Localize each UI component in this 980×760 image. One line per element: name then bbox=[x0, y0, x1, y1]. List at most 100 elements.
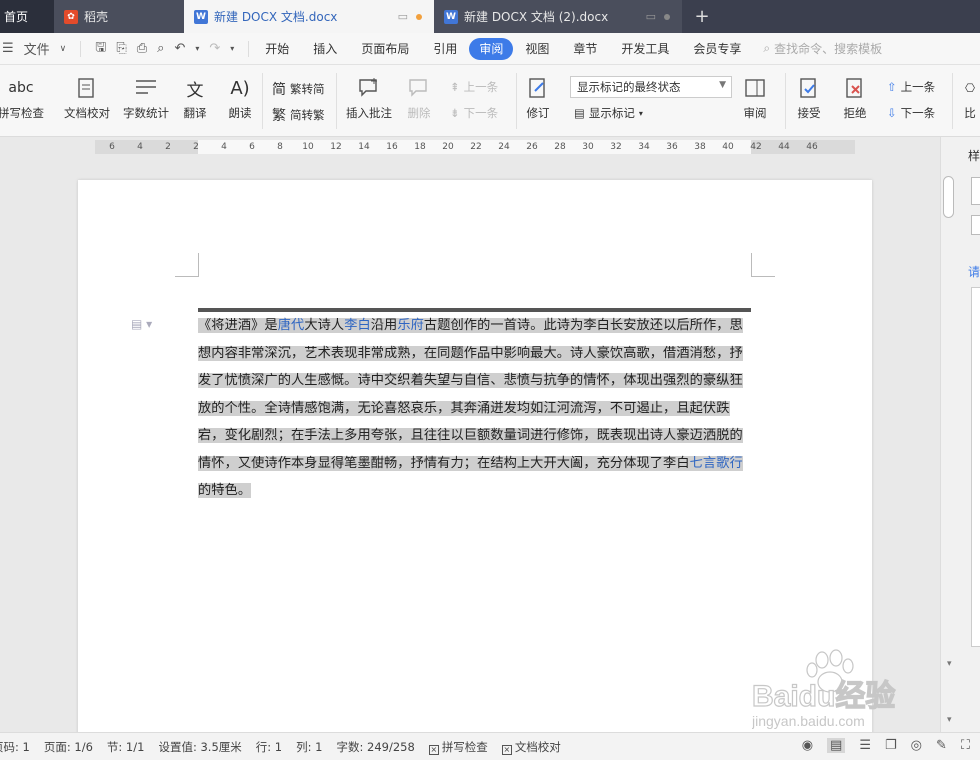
status-row[interactable]: 行: 1 bbox=[256, 739, 282, 755]
undo-icon[interactable]: ↶ bbox=[174, 41, 185, 56]
hyperlink-text[interactable]: 乐府 bbox=[397, 318, 424, 333]
reading-view-icon[interactable]: ❐ bbox=[885, 738, 897, 753]
outline-view-icon[interactable]: ☰ bbox=[859, 738, 871, 753]
doc-proof-button[interactable]: 文档校对 bbox=[64, 75, 110, 121]
scroll-down-icon[interactable]: ▾ bbox=[947, 659, 952, 669]
reject-button[interactable]: 拒绝 bbox=[842, 75, 868, 121]
show-markup-button[interactable]: ▤ 显示标记 ▾ bbox=[574, 105, 643, 121]
spell-check-button[interactable]: abc 拼写检查 bbox=[0, 75, 44, 121]
menu-references[interactable]: 引用 bbox=[421, 38, 469, 60]
save-icon[interactable]: 🖫 bbox=[95, 38, 106, 60]
ruler-tick-label: 4 bbox=[137, 142, 143, 152]
menu-start[interactable]: 开始 bbox=[253, 38, 301, 60]
style-preview-box[interactable] bbox=[971, 177, 980, 205]
divider bbox=[248, 40, 250, 57]
chevron-down-icon[interactable]: ▾ bbox=[195, 44, 199, 53]
track-changes-button[interactable]: 修订 bbox=[525, 75, 551, 121]
styles-pane-label[interactable]: 样 bbox=[968, 147, 980, 164]
divider bbox=[785, 73, 786, 129]
style-preview-box[interactable] bbox=[971, 215, 980, 235]
accept-button[interactable]: 接受 bbox=[796, 75, 822, 121]
delete-comment-button[interactable]: 删除 bbox=[406, 75, 432, 121]
translate-button[interactable]: 文 翻译 bbox=[182, 75, 208, 121]
insert-comment-button[interactable]: 插入批注 bbox=[346, 75, 392, 121]
print-icon[interactable]: ⎙ bbox=[137, 41, 147, 56]
vertical-scrollbar-thumb[interactable] bbox=[943, 176, 954, 218]
status-spell-check[interactable]: × 拼写检查 bbox=[428, 739, 488, 755]
write-mode-icon[interactable]: ✎ bbox=[936, 738, 947, 753]
new-tab-plus-icon[interactable]: + bbox=[682, 0, 722, 33]
show-markup-label: 显示标记 bbox=[588, 106, 635, 120]
status-page[interactable]: 页面: 1/6 bbox=[44, 739, 93, 755]
print-preview-icon[interactable]: ⌕ bbox=[157, 41, 164, 56]
checkbox-icon: × bbox=[428, 744, 439, 755]
hyperlink-text[interactable]: 李白 bbox=[344, 318, 371, 333]
status-page-number[interactable]: 页码: 1 bbox=[0, 739, 30, 755]
trad-to-simp-button[interactable]: 简 繁转简 bbox=[272, 79, 325, 99]
prev-change-button[interactable]: ⇧ 上一条 bbox=[887, 79, 935, 95]
fullscreen-icon[interactable]: ⛶ bbox=[961, 738, 970, 753]
status-section[interactable]: 节: 1/1 bbox=[107, 739, 145, 755]
document-body-text[interactable]: 《将进酒》是唐代大诗人李白沿用乐府古题创作的一首诗。此诗为李白长安放还以后所作，… bbox=[198, 312, 751, 505]
compare-button[interactable]: ⎔ 比 bbox=[962, 75, 978, 121]
tab-document-2[interactable]: W 新建 DOCX 文档 (2).docx ▭ bbox=[434, 0, 682, 33]
document-canvas[interactable]: ▤ ▾ 《将进酒》是唐代大诗人李白沿用乐府古题创作的一首诗。此诗为李白长安放还以… bbox=[0, 157, 940, 732]
export-icon[interactable]: ⎘ bbox=[116, 41, 126, 56]
tab-document-2-controls[interactable]: ▭ bbox=[646, 10, 670, 23]
menu-developer[interactable]: 开发工具 bbox=[609, 38, 681, 60]
simp-to-trad-button[interactable]: 繁 简转繁 bbox=[272, 105, 325, 125]
window-icon[interactable]: ▭ bbox=[646, 10, 656, 23]
markup-state-select[interactable]: 显示标记的最终状态 ▼ bbox=[570, 76, 732, 98]
selected-text[interactable]: 《将进酒》是唐代大诗人李白沿用乐府古题创作的一首诗。此诗为李白长安放还以后所作，… bbox=[198, 318, 743, 498]
hyperlink-text[interactable]: 七言歌行 bbox=[690, 456, 743, 471]
menu-member[interactable]: 会员专享 bbox=[681, 38, 753, 60]
word-count-button[interactable]: 字数统计 bbox=[123, 75, 169, 121]
next-change-button[interactable]: ⇩ 下一条 bbox=[887, 105, 935, 121]
web-view-icon[interactable]: ◎ bbox=[911, 738, 922, 753]
ruler-tick-label: 22 bbox=[470, 142, 482, 152]
insert-comment-label: 插入批注 bbox=[346, 106, 392, 120]
scroll-down-icon[interactable]: ▾ bbox=[947, 715, 952, 725]
menu-view[interactable]: 视图 bbox=[513, 38, 561, 60]
delete-comment-label: 删除 bbox=[407, 106, 431, 120]
chevron-down-icon[interactable]: ▾ bbox=[230, 44, 234, 53]
style-list-panel[interactable] bbox=[971, 287, 980, 647]
accept-label: 接受 bbox=[797, 106, 821, 120]
review-pane-button[interactable]: 审阅 bbox=[742, 75, 768, 121]
menu-section[interactable]: 章节 bbox=[561, 38, 609, 60]
eye-protection-icon[interactable]: ◉ bbox=[802, 738, 813, 753]
tab-daoke[interactable]: ✿ 稻壳 bbox=[54, 0, 184, 33]
pane-link-label[interactable]: 请 bbox=[968, 263, 980, 280]
doc-proof-label: 文档校对 bbox=[64, 106, 110, 120]
review-pane-icon bbox=[742, 75, 768, 101]
ruler-tick-label: 34 bbox=[638, 142, 650, 152]
ruler-tick-label: 44 bbox=[778, 142, 790, 152]
markup-state-value: 显示标记的最终状态 bbox=[577, 80, 681, 94]
tab-document-1[interactable]: W 新建 DOCX 文档.docx ▭ bbox=[184, 0, 434, 33]
menu-page-layout[interactable]: 页面布局 bbox=[349, 38, 421, 60]
status-column[interactable]: 列: 1 bbox=[296, 739, 322, 755]
paragraph-handle-icon[interactable]: ▤ ▾ bbox=[131, 317, 152, 331]
menu-review[interactable]: 审阅 bbox=[469, 37, 514, 60]
window-icon[interactable]: ▭ bbox=[398, 10, 408, 23]
prev-comment-button[interactable]: ⇞ 上一条 bbox=[450, 79, 498, 95]
hyperlink-text[interactable]: 唐代 bbox=[278, 318, 305, 333]
text-run: 古题创作的一首诗。此诗为李白长安放还以后所作，思想内容非常深沉，艺术表现非常成熟… bbox=[198, 318, 743, 471]
status-doc-proof[interactable]: × 文档校对 bbox=[501, 739, 561, 755]
command-search[interactable]: ⌕ 查找命令、搜索模板 bbox=[763, 40, 882, 57]
horizontal-ruler[interactable]: 6 4 2 2 4 6 8 10 12 14 16 18 20 22 24 26 28 30 32 34 36 38 40 4… bbox=[95, 140, 855, 154]
tab-home[interactable]: 首页 bbox=[0, 0, 54, 33]
ruler-tick-label: 42 bbox=[750, 142, 762, 152]
next-comment-button[interactable]: ⇟ 下一条 bbox=[450, 105, 498, 121]
menu-insert[interactable]: 插入 bbox=[301, 38, 349, 60]
doc-proof-icon bbox=[74, 75, 100, 101]
read-aloud-button[interactable]: A) 朗读 bbox=[227, 75, 253, 121]
simp-to-trad-label: 简转繁 bbox=[290, 108, 325, 122]
page-view-icon[interactable]: ▤ bbox=[827, 738, 846, 753]
file-menu-label: 文件 bbox=[23, 43, 50, 58]
tab-document-1-controls[interactable]: ▭ bbox=[398, 10, 422, 23]
status-word-count[interactable]: 字数: 249/258 bbox=[337, 739, 415, 755]
redo-icon[interactable]: ↷ bbox=[209, 41, 220, 56]
file-menu[interactable]: ☰ 文件 ∨ bbox=[0, 39, 76, 58]
status-setting[interactable]: 设置值: 3.5厘米 bbox=[158, 739, 241, 755]
